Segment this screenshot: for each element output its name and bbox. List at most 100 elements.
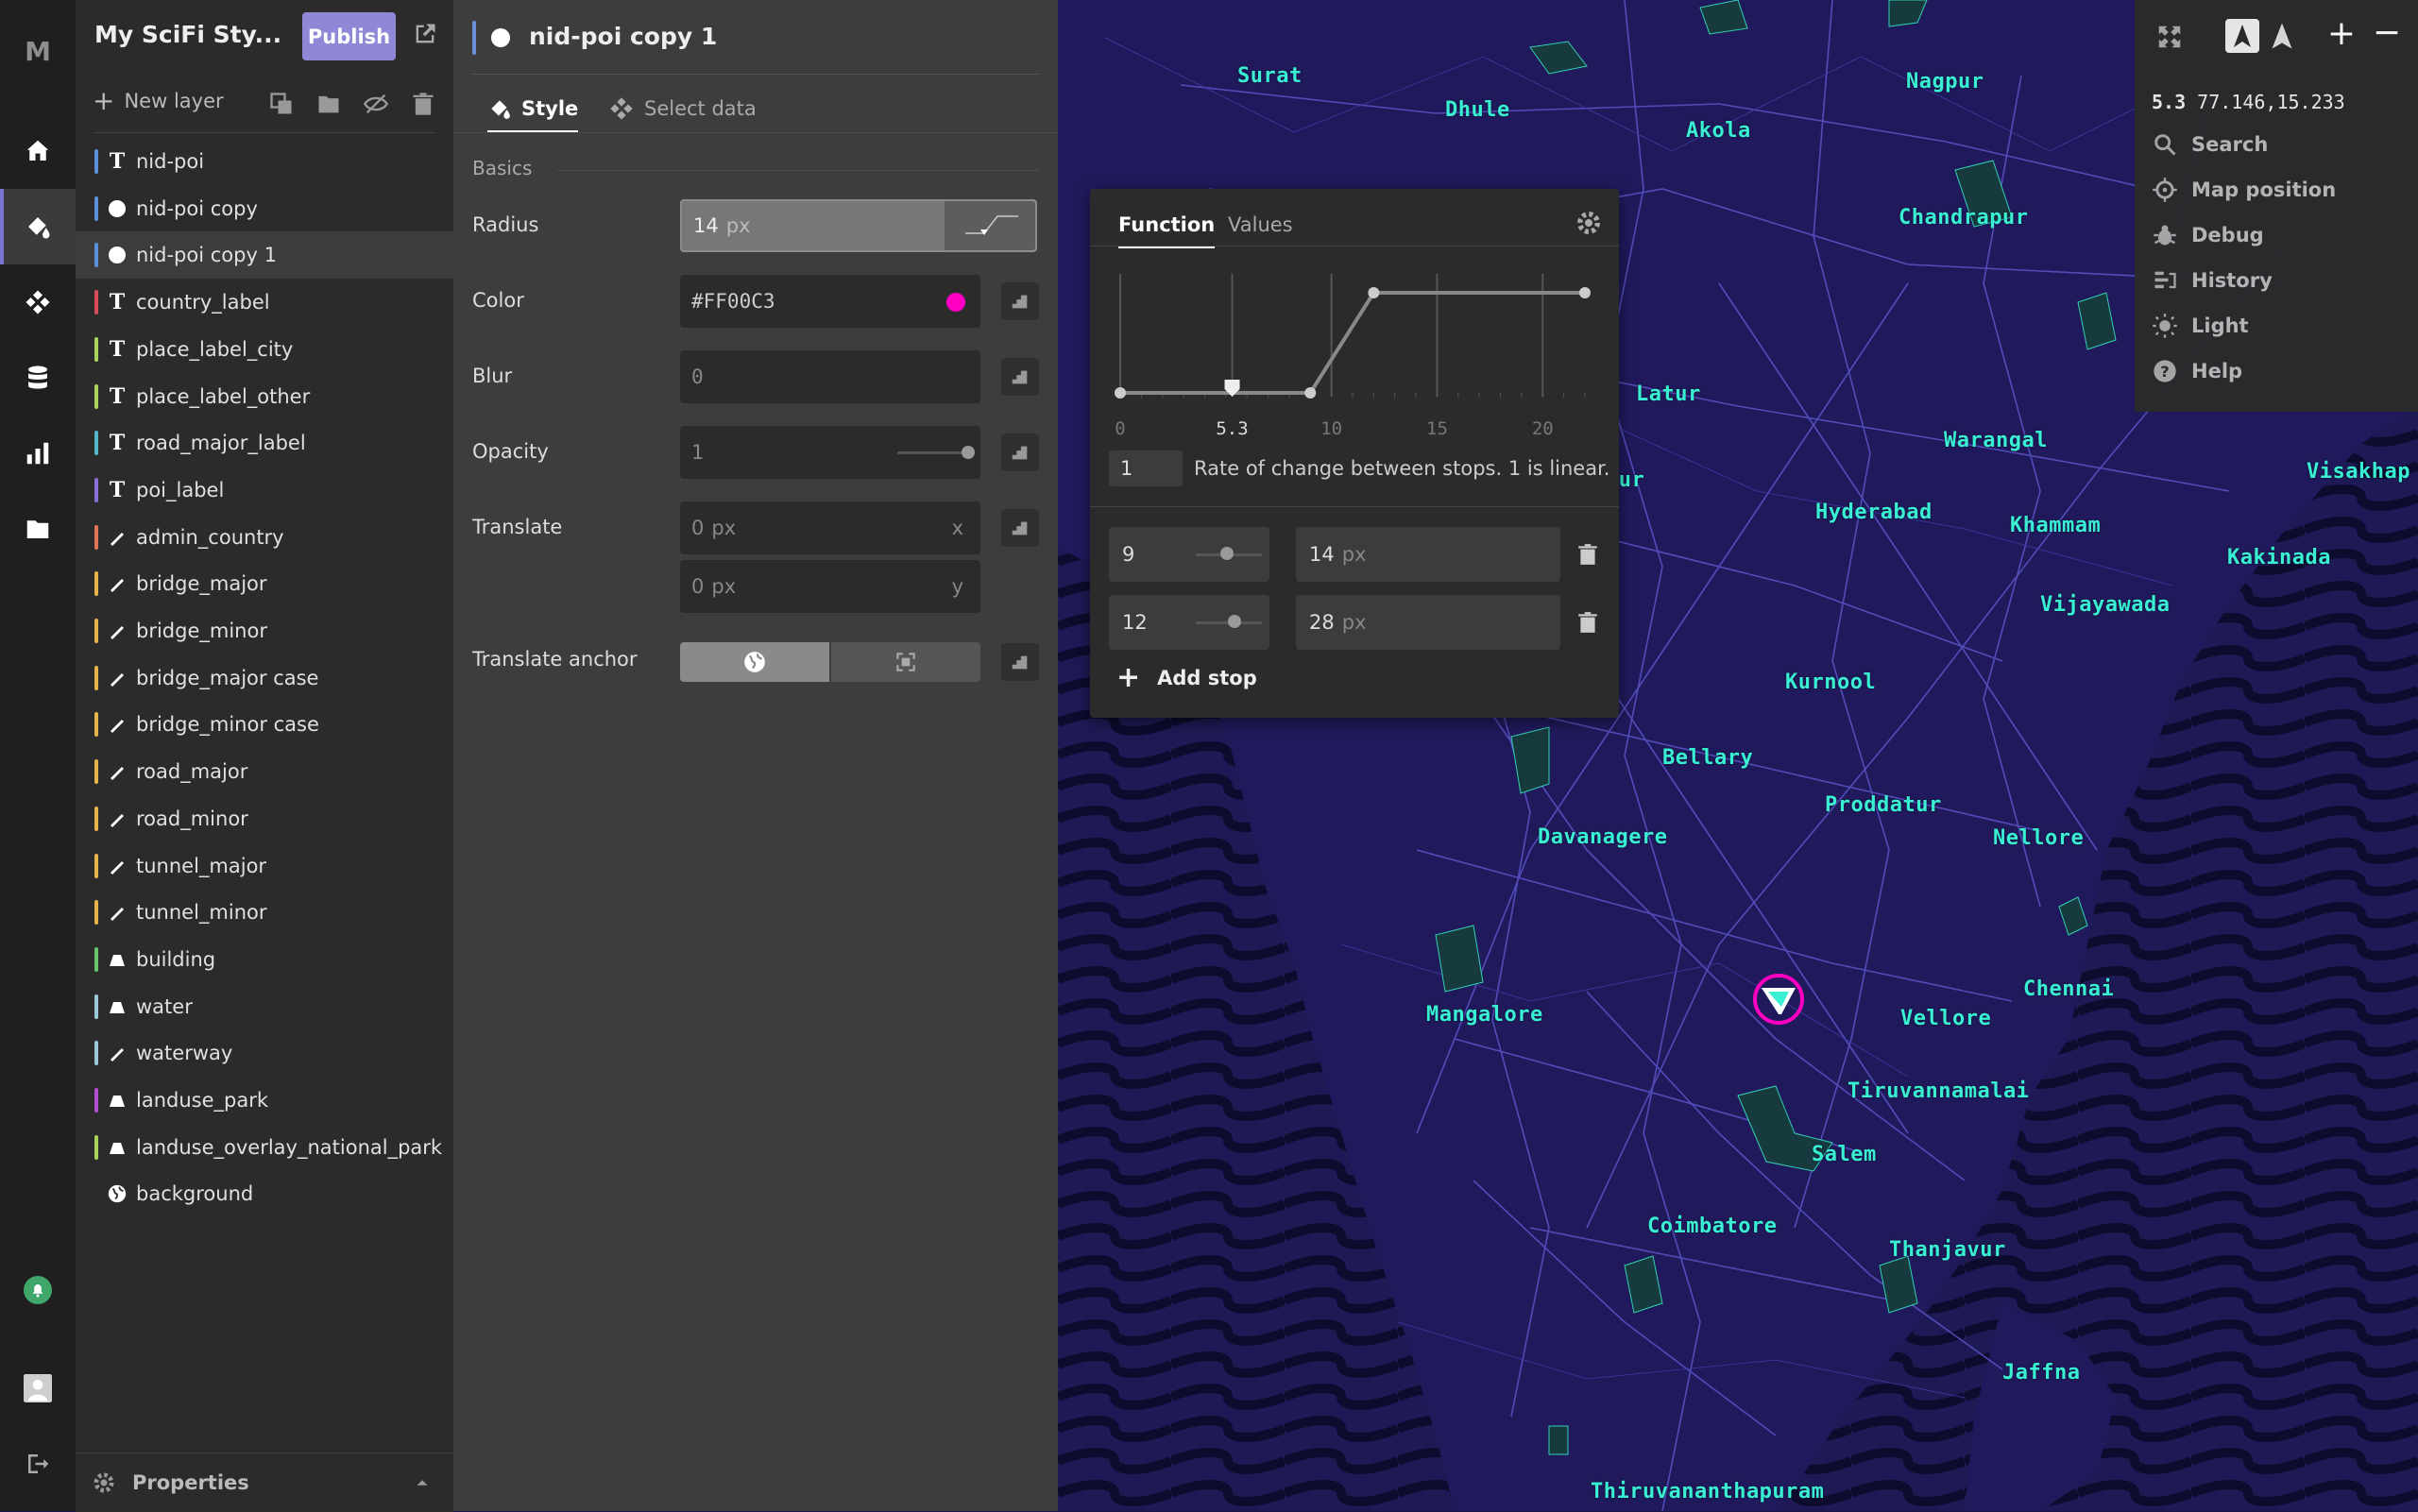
new-layer-button[interactable]: + New layer [93,88,224,114]
layer-title[interactable]: nid-poi copy 1 [529,23,717,50]
delete-layer-icon[interactable] [410,91,436,117]
opacity-input[interactable]: 1 [680,426,980,479]
layer-item[interactable]: landuse_park [76,1077,453,1124]
translate-anchor-function-button[interactable] [1001,643,1039,681]
opacity-slider-track[interactable] [897,451,967,454]
color-input[interactable]: #FF00C3 [680,275,980,328]
logout-icon[interactable] [0,1426,76,1502]
tab-function[interactable]: Function [1118,204,1216,248]
tab-style[interactable]: Style [487,87,579,133]
chart-tick-label: 0 [1115,418,1125,439]
translate-function-button[interactable] [1001,509,1039,547]
fullscreen-icon[interactable] [2155,23,2184,51]
tab-values[interactable]: Values [1228,204,1293,246]
layer-type-symbol-icon: T [109,431,126,456]
anchor-viewport-button[interactable] [831,642,980,682]
stop-value-input[interactable]: 14 px [1296,527,1560,582]
layer-item[interactable]: bridge_minor [76,607,453,654]
layer-item[interactable]: bridge_major case [76,654,453,702]
color-swatch[interactable] [946,293,965,312]
layer-item[interactable]: Tcountry_label [76,279,453,326]
datasets-icon[interactable] [0,340,76,416]
layer-item[interactable]: road_minor [76,795,453,842]
stop-zoom-value: 9 [1122,543,1135,566]
stats-icon[interactable] [0,416,76,491]
components-icon[interactable] [0,264,76,340]
properties-toggle[interactable]: Properties [76,1453,453,1512]
group-folder-icon[interactable] [315,91,342,117]
layer-item[interactable]: road_major [76,748,453,795]
layer-item[interactable]: Troad_major_label [76,419,453,467]
stop-value: 14 [1309,543,1335,566]
opacity-function-button[interactable] [1001,433,1039,471]
layer-type-line-icon [106,760,128,783]
publish-button[interactable]: Publish [302,12,396,60]
layer-type-line-icon [106,713,128,736]
history-button[interactable]: History [2152,267,2273,294]
blur-input[interactable]: 0 [680,350,980,403]
layer-item[interactable]: tunnel_major [76,842,453,890]
compass-icon[interactable] [2265,19,2299,53]
layer-item[interactable]: building [76,936,453,983]
base-input[interactable]: 1 [1109,450,1183,486]
layer-item[interactable]: nid-poi copy [76,185,453,232]
layer-item[interactable]: Tpoi_label [76,467,453,514]
user-avatar-icon[interactable] [0,1351,76,1426]
section-basics-heading[interactable]: Basics [472,157,532,179]
radius-input[interactable]: 14 px [680,199,1037,252]
hide-layer-icon[interactable] [363,91,389,117]
delete-stop-icon[interactable] [1575,610,1600,635]
anchor-map-button[interactable] [680,642,829,682]
color-function-button[interactable] [1001,282,1039,320]
stop-zoom-slider-handle[interactable] [1220,547,1234,560]
debug-button[interactable]: Debug [2152,222,2264,248]
search-button[interactable]: Search [2152,131,2268,158]
layer-name: road_major [136,760,248,784]
tab-select-data[interactable]: Select data [608,87,757,130]
zoom-function-chart[interactable]: 0 5.3 10 15 20 [1109,274,1600,444]
layer-item[interactable]: Tplace_label_city [76,326,453,373]
layer-type-fill-icon [106,995,128,1018]
home-icon[interactable] [0,113,76,189]
light-button[interactable]: Light [2152,313,2249,339]
chart-tick-label: 10 [1320,418,1342,439]
layer-item[interactable]: nid-poi copy 1 [76,231,453,280]
layer-item[interactable]: background [76,1170,453,1217]
stop-zoom-input[interactable]: 9 [1109,527,1269,582]
zoom-out-button[interactable]: − [2367,15,2407,55]
gear-icon[interactable] [1574,208,1604,238]
layer-item[interactable]: Tnid-poi [76,138,453,185]
layer-item[interactable]: landuse_overlay_national_park [76,1124,453,1171]
opacity-slider-handle[interactable] [962,446,975,459]
stop-value-input[interactable]: 28 px [1296,595,1560,650]
layer-item[interactable]: Tplace_label_other [76,373,453,420]
translate-y-input[interactable]: 0 px y [680,560,980,613]
duplicate-layer-icon[interactable] [268,91,295,117]
layer-name: road_major_label [136,432,306,455]
map-position-button[interactable]: Map position [2152,177,2336,203]
style-name[interactable]: My SciFi Sty... [94,21,281,48]
app-logo[interactable]: M [0,36,76,67]
layer-item[interactable]: bridge_minor case [76,701,453,748]
north-up-icon[interactable] [2225,19,2259,53]
layer-item[interactable]: waterway [76,1029,453,1077]
blur-function-button[interactable] [1001,358,1039,396]
help-button[interactable]: ? Help [2152,358,2242,384]
notifications-bell-icon[interactable] [0,1252,76,1328]
zoom-in-button[interactable]: + [2322,15,2361,55]
layer-item[interactable]: bridge_major [76,560,453,607]
layer-item[interactable]: tunnel_minor [76,889,453,936]
layer-item[interactable]: water [76,983,453,1030]
radius-function-button[interactable] [945,201,1035,250]
stop-zoom-slider-handle[interactable] [1228,615,1241,628]
delete-stop-icon[interactable] [1575,542,1600,567]
style-paint-icon[interactable] [0,189,76,264]
chart-tick-label: 5.3 [1216,418,1248,439]
add-stop-button[interactable]: + Add stop [1116,664,1257,692]
folder-icon[interactable] [0,491,76,567]
translate-x-input[interactable]: 0 px x [680,501,980,554]
stop-zoom-input[interactable]: 12 [1109,595,1269,650]
layer-item[interactable]: admin_country [76,514,453,561]
open-external-icon[interactable] [412,21,438,47]
layer-color-bar [94,477,98,502]
